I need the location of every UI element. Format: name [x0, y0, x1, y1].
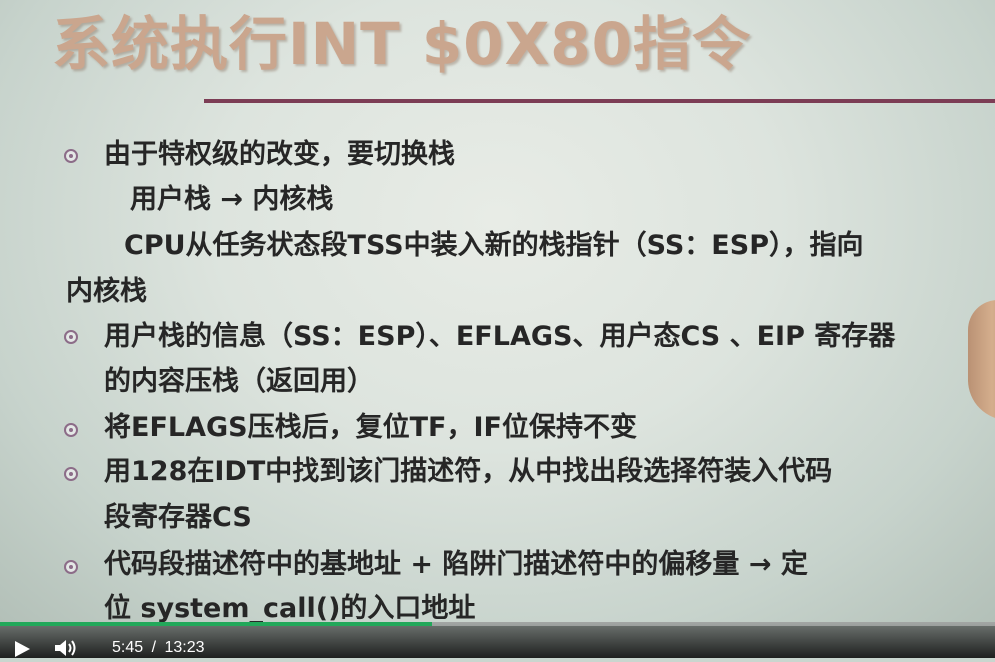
progress-bar[interactable]: [0, 622, 995, 626]
play-icon[interactable]: [12, 640, 32, 658]
slide-line: 代码段描述符中的基地址 + 陷阱门描述符中的偏移量 → 定: [104, 549, 808, 580]
slide-line: 由于特权级的改变，要切换栈: [104, 139, 455, 170]
bullet-icon: [64, 330, 78, 344]
slide-line: 用户栈 → 内核栈: [130, 184, 334, 215]
bullet-icon: [64, 149, 78, 163]
bullet-icon: [64, 423, 78, 437]
time-separator: /: [151, 639, 157, 656]
current-time: 5:45: [112, 639, 144, 656]
volume-icon[interactable]: [54, 638, 82, 658]
duration: 13:23: [164, 639, 205, 656]
slide-line: 用128在IDT中找到该门描述符，从中找出段选择符装入代码: [104, 456, 833, 487]
slide-line: 用户栈的信息（SS：ESP）、EFLAGS、用户态CS 、EIP 寄存器: [104, 321, 896, 352]
bullet-icon: [64, 560, 78, 574]
slide-content: 由于特权级的改变，要切换栈 用户栈 → 内核栈 CPU从任务状态段TSS中装入新…: [0, 0, 995, 622]
slide-line: 位 system_call()的入口地址: [104, 593, 476, 622]
progress-fill: [0, 622, 432, 626]
slide-line: 将EFLAGS压栈后，复位TF，IF位保持不变: [104, 412, 637, 443]
slide-line: 的内容压栈（返回用）: [104, 366, 374, 397]
slide-line: 内核栈: [66, 276, 147, 307]
time-display: 5:45 / 13:23: [112, 638, 205, 658]
slide-line: 段寄存器CS: [104, 502, 252, 533]
video-frame[interactable]: 系统执行INT $0X80指令 由于特权级的改变，要切换栈 用户栈 → 内核栈 …: [0, 0, 995, 622]
bullet-icon: [64, 467, 78, 481]
slide-line: CPU从任务状态段TSS中装入新的栈指针（SS：ESP），指向: [124, 230, 864, 261]
